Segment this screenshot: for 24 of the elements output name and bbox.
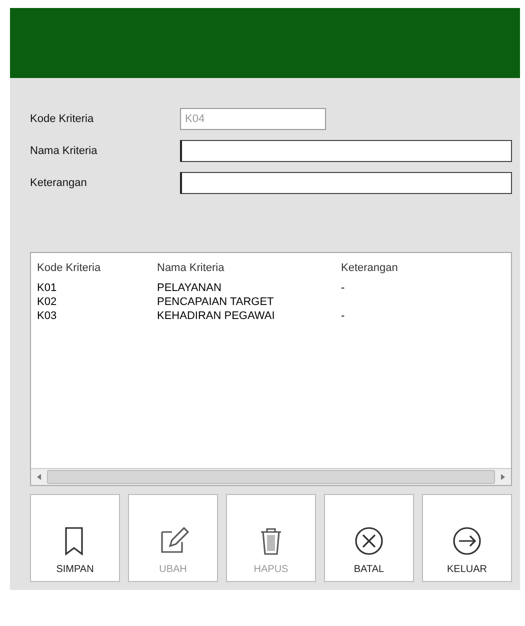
toolbar-button[interactable]: BATAL xyxy=(324,494,414,582)
table-cell-text: PENCAPAIAN TARGET xyxy=(157,295,275,309)
input-field[interactable] xyxy=(180,172,512,194)
table-cell-text: KEHADIRAN PEGAWAI xyxy=(157,309,276,323)
toolbar-button[interactable]: SIMPAN xyxy=(30,494,120,582)
column-header: Kode Kriteria xyxy=(37,261,102,275)
column-header: Nama Kriteria xyxy=(157,261,226,275)
toolbar-button[interactable]: KELUAR xyxy=(422,494,512,582)
table-cell-text: - xyxy=(341,309,346,323)
input-field[interactable] xyxy=(180,140,512,162)
table-cell-text: K02 xyxy=(37,295,58,309)
scroll-right-icon[interactable] xyxy=(501,474,505,480)
table-cell-text: K03 xyxy=(37,309,58,323)
exit-icon xyxy=(450,524,484,558)
table-cell-text: PELAYANAN xyxy=(157,281,222,295)
scroll-left-icon[interactable] xyxy=(37,474,41,480)
field-label: Keterangan xyxy=(30,177,88,189)
cancel-icon xyxy=(352,524,386,558)
horizontal-scrollbar[interactable] xyxy=(31,468,511,485)
table-cell-text: - xyxy=(341,281,346,295)
field-label: Nama Kriteria xyxy=(30,145,98,157)
table-cell-text: K01 xyxy=(37,281,58,295)
column-header: Keterangan xyxy=(341,261,399,275)
field-label: Kode Kriteria xyxy=(30,113,95,125)
